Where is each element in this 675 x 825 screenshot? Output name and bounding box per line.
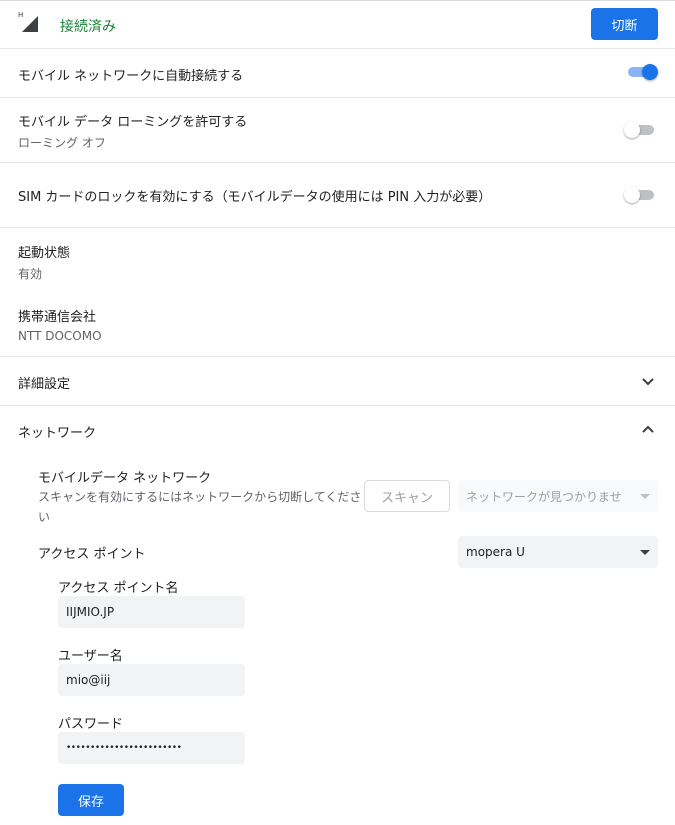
auto-connect-label: モバイル ネットワークに自動接続する [18,69,244,84]
network-section-row[interactable]: ネットワーク [0,406,675,454]
signal-type-badge: H [18,11,24,19]
connection-status: 接続済み [60,19,116,35]
sim-lock-toggle[interactable] [624,187,656,203]
caret-down-icon [640,550,650,555]
activation-value: 有効 [18,267,43,281]
chevron-down-icon [642,378,654,386]
advanced-settings-row[interactable]: 詳細設定 [0,357,675,405]
carrier-value: NTT DOCOMO [18,329,102,343]
roaming-toggle[interactable] [624,122,656,138]
carrier-label: 携帯通信会社 [18,310,97,325]
carrier-info: 携帯通信会社 NTT DOCOMO [18,306,102,343]
auto-connect-toggle[interactable] [626,64,658,80]
password-label: パスワード [58,717,124,732]
access-point-label: アクセス ポイント [38,547,146,562]
sim-lock-row: SIM カードのロックを有効にする（モバイルデータの使用には PIN 入力が必要… [0,163,675,227]
mobile-network-select-value: ネットワークが見つかりませ [466,489,622,504]
caret-down-icon [640,494,650,499]
access-point-select-value: mopera U [466,545,525,559]
activation-label: 起動状態 [18,246,71,261]
chevron-up-icon [642,425,654,433]
auto-connect-row: モバイル ネットワークに自動接続する [0,49,675,97]
cell-signal-icon: H [18,11,40,34]
sim-lock-label: SIM カードのロックを有効にする（モバイルデータの使用には PIN 入力が必要… [18,190,492,205]
access-point-select[interactable]: mopera U [458,536,658,568]
apn-name-label: アクセス ポイント名 [58,581,179,596]
roaming-status: ローミング オフ [18,136,106,150]
username-field[interactable]: mio@iij [58,664,245,696]
activation-state: 起動状態 有効 [18,242,70,282]
apn-name-field[interactable]: IIJMIO.JP [58,596,245,628]
network-section-label: ネットワーク [18,426,97,441]
roaming-label: モバイル データ ローミングを許可する [18,115,248,130]
scan-hint: スキャンを有効にするにはネットワークから切断してください [38,490,362,524]
disconnect-button[interactable]: 切断 [591,8,658,40]
mobile-data-network-label: モバイルデータ ネットワーク [38,471,212,486]
save-button[interactable]: 保存 [58,784,124,816]
connection-header: H 接続済み 切断 [0,0,675,48]
advanced-settings-label: 詳細設定 [18,377,71,392]
password-field[interactable]: •••••••••••••••••••••••• [58,732,245,764]
divider [0,227,675,228]
roaming-row: モバイル データ ローミングを許可する ローミング オフ [0,98,675,162]
username-label: ユーザー名 [58,649,123,664]
scan-button[interactable]: スキャン [364,480,450,512]
mobile-network-select[interactable]: ネットワークが見つかりませ [458,480,658,512]
